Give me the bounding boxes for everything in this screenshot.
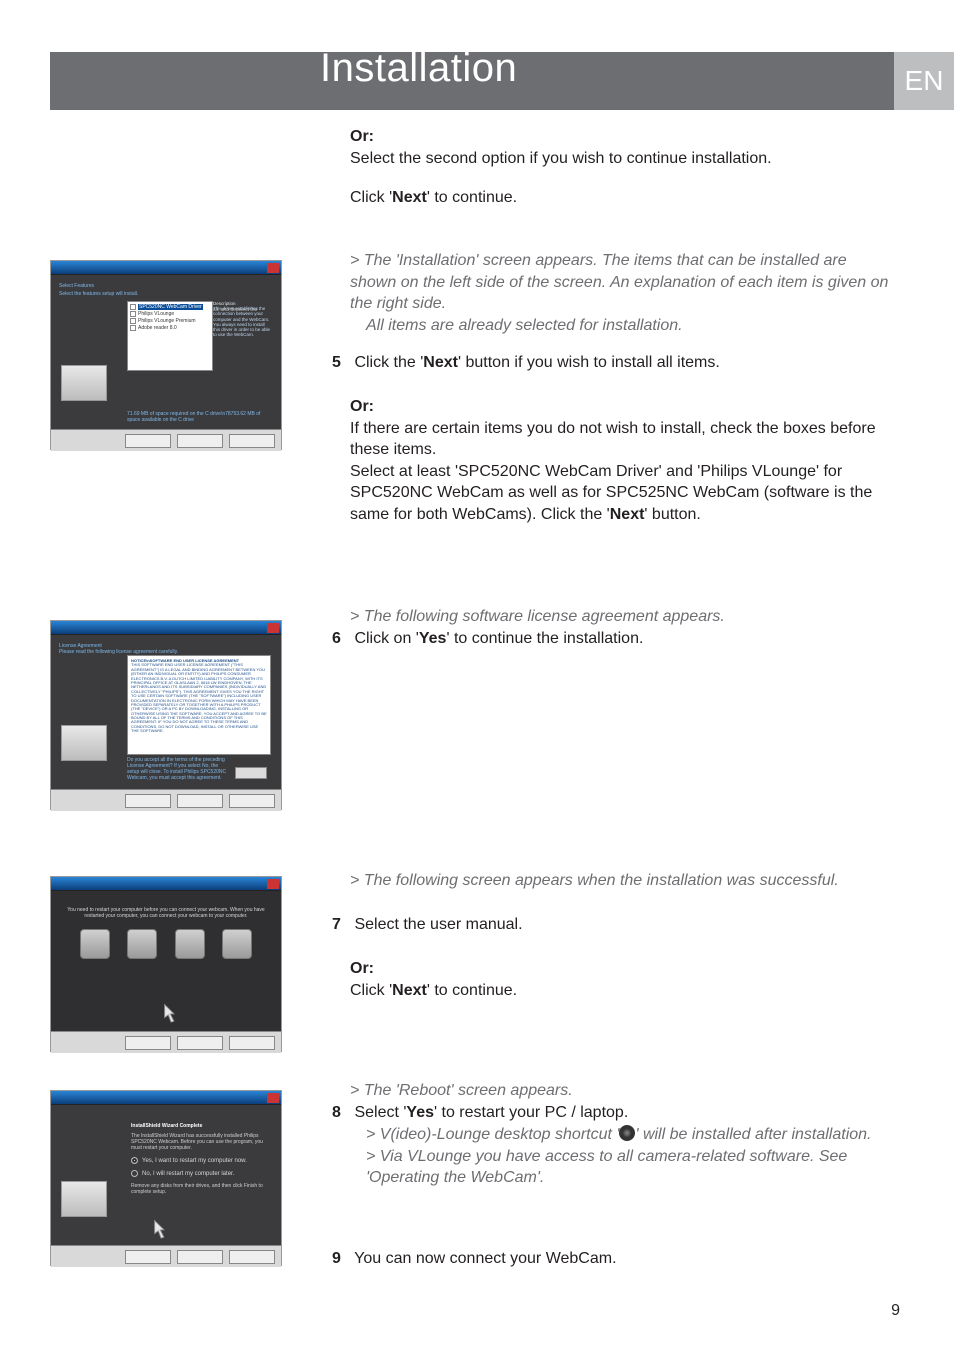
sec6-it1a: > V(ideo)-Lounge desktop shortcut ' (366, 1126, 619, 1143)
dialog-titlebar (51, 877, 281, 891)
sec5-c1: Click ' (350, 982, 392, 999)
feature-description: Description This driver establishes the … (213, 301, 271, 371)
or-heading-2: Or: (350, 398, 374, 415)
monitor-icon (61, 365, 107, 401)
eula-textbox: NOTICE\nSOFTWARE END USER LICENSE AGREEM… (127, 655, 271, 755)
step-8-post: ' to restart your PC / laptop. (434, 1104, 628, 1121)
device-icon (222, 929, 252, 959)
back-button (125, 1250, 171, 1264)
next-button (177, 1036, 223, 1050)
sec6-it1b: ' will be installed after installation. (635, 1126, 871, 1143)
sec3-p2c: ' button. (644, 506, 700, 523)
vlounge-icon (619, 1125, 635, 1141)
success-message: You need to restart your computer before… (67, 907, 265, 919)
close-icon (267, 879, 279, 889)
cancel-button (229, 1036, 275, 1050)
step-6-num: 6 (332, 628, 350, 650)
wizard-complete-msg: The InstallShield Wizard has successfull… (131, 1133, 263, 1151)
sec2-it1: > The 'Installation' screen appears. The… (350, 250, 890, 315)
feature-listbox: SPC520NC WebCam Driver Philips VLounge P… (127, 301, 213, 371)
finish-button (177, 1250, 223, 1264)
sec3-p1: If there are certain items you do not wi… (350, 418, 890, 461)
accept-question: Do you accept all the terms of the prece… (127, 757, 227, 781)
sec3-next: Next (610, 506, 645, 523)
pointer-arrow-icon (151, 1217, 173, 1239)
print-button (235, 767, 267, 779)
close-icon (267, 1093, 279, 1103)
or-heading-3: Or: (350, 960, 374, 977)
step-5-post: ' button if you wish to install all item… (458, 354, 720, 371)
sec2-it2: All items are already selected for insta… (350, 315, 890, 337)
radio-yes (131, 1157, 138, 1164)
wizard-complete-heading: InstallShield Wizard Complete (131, 1123, 273, 1129)
close-icon (267, 623, 279, 633)
sec5-c3: ' to continue. (427, 982, 517, 999)
next-button (177, 434, 223, 448)
opt-restart-now: Yes, I want to restart my computer now. (142, 1158, 247, 1164)
cancel-button (229, 434, 275, 448)
step-5-next: Next (423, 354, 458, 371)
dialog-footer (51, 1245, 281, 1267)
space-info: 71.69 MB of space required on the C driv… (127, 411, 271, 423)
no-button (229, 794, 275, 808)
remove-disks-msg: Remove any disks from their drives, and … (131, 1183, 263, 1195)
back-button (125, 794, 171, 808)
device-icon (175, 929, 205, 959)
step-8-yes: Yes (406, 1104, 434, 1121)
yes-button (177, 794, 223, 808)
feature-item-0: SPC520NC WebCam Driver (138, 304, 203, 310)
step-9-num: 9 (332, 1248, 350, 1270)
sec5-it: > The following screen appears when the … (350, 870, 890, 892)
step-9-text: You can now connect your WebCam. (350, 1250, 617, 1267)
dialog-footer (51, 1031, 281, 1053)
step-5-pre: Click the ' (350, 354, 423, 371)
dialog-titlebar (51, 621, 281, 635)
dialog-footer (51, 429, 281, 451)
feature-item-3: Adobe reader 8.0 (138, 325, 177, 331)
page-title: Installation (320, 46, 517, 91)
sec6-it2: > Via VLounge you have access to all cam… (366, 1146, 890, 1189)
dialog-titlebar (51, 261, 281, 275)
step-5-num: 5 (332, 352, 350, 374)
step-8-pre: Select ' (350, 1104, 406, 1121)
feature-item-1: Philips VLounge (138, 311, 174, 317)
screenshot-select-features: Select Features Select the features setu… (50, 260, 282, 450)
dialog-subtitle: Select Features (59, 283, 273, 289)
sec4-it: > The following software license agreeme… (350, 606, 890, 628)
sec1-next: Next (392, 189, 427, 206)
language-tag: EN (894, 52, 954, 110)
feature-item-2: Philips VLounge Premium (138, 318, 196, 324)
cancel-button (229, 1250, 275, 1264)
monitor-icon (61, 725, 107, 761)
device-icon (80, 929, 110, 959)
monitor-icon (61, 1181, 107, 1217)
device-icon (127, 929, 157, 959)
step-8-num: 8 (332, 1102, 350, 1124)
page-number: 9 (891, 1302, 900, 1320)
sec5-next: Next (392, 982, 427, 999)
step-6-post: ' to continue the installation. (446, 630, 643, 647)
radio-no (131, 1170, 138, 1177)
screenshot-install-success: You need to restart your computer before… (50, 876, 282, 1052)
pointer-arrow-icon (161, 1001, 183, 1023)
dialog-footer (51, 789, 281, 811)
or-heading-1: Or: (350, 128, 374, 145)
back-button (125, 1036, 171, 1050)
sec1-click-post: ' to continue. (427, 189, 517, 206)
close-icon (267, 263, 279, 273)
step-7-text: Select the user manual. (350, 916, 523, 933)
screenshot-reboot: InstallShield Wizard Complete The Instal… (50, 1090, 282, 1266)
opt-restart-later: No, I will restart my computer later. (142, 1171, 234, 1177)
step-6-pre: Click on ' (350, 630, 419, 647)
dialog-subtext: Select the features setup will install. (59, 291, 273, 297)
sec1-click-pre: Click ' (350, 189, 392, 206)
sec6-it0: > The 'Reboot' screen appears. (350, 1080, 890, 1102)
back-button (125, 434, 171, 448)
dialog-titlebar (51, 1091, 281, 1105)
sec1-line1: Select the second option if you wish to … (350, 148, 890, 170)
screenshot-license: License Agreement Please read the follow… (50, 620, 282, 810)
step-6-yes: Yes (419, 630, 447, 647)
step-7-num: 7 (332, 914, 350, 936)
